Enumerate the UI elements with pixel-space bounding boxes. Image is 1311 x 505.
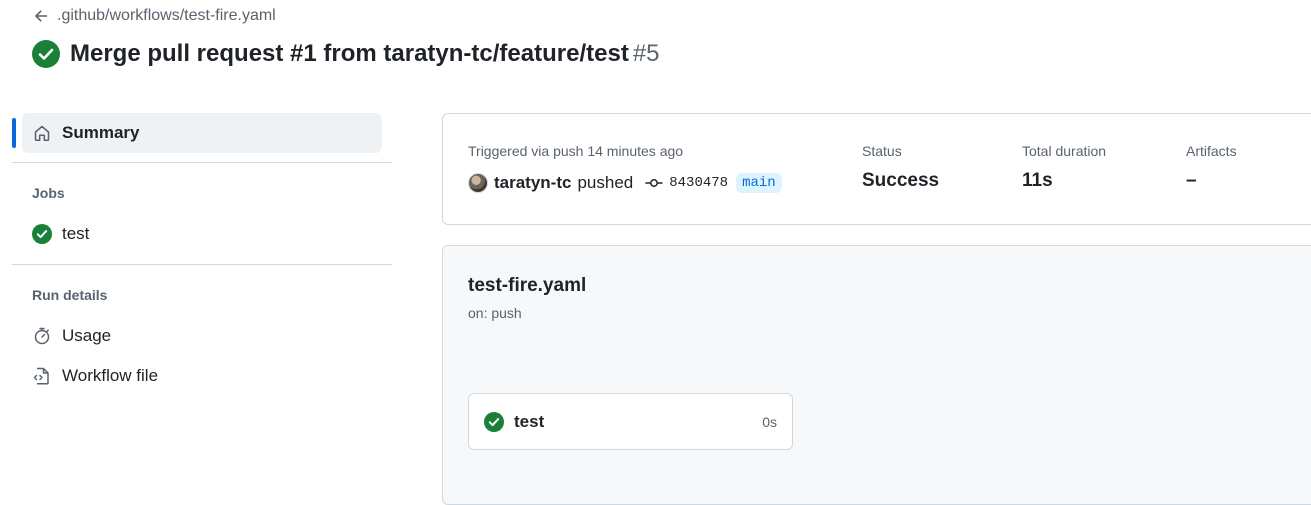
- workflow-file-name: test-fire.yaml: [468, 275, 587, 296]
- trigger-action: pushed: [577, 173, 634, 192]
- sidebar-item-workflow-file[interactable]: Workflow file: [32, 364, 158, 388]
- workflow-graph-panel: test-fire.yaml on: push test 0s: [442, 245, 1311, 505]
- run-number: #5: [632, 40, 660, 67]
- run-title: Merge pull request #1 from taratyn-tc/fe…: [70, 40, 629, 67]
- artifacts-value: –: [1186, 170, 1197, 191]
- page-title-row: Merge pull request #1 from taratyn-tc/fe…: [32, 38, 660, 70]
- sidebar-item-label: Usage: [62, 326, 112, 345]
- success-check-icon: [32, 224, 52, 244]
- job-name: test: [514, 411, 545, 431]
- artifacts-label: Artifacts: [1186, 143, 1237, 159]
- arrow-left-icon: [35, 10, 48, 22]
- file-code-icon: [33, 367, 49, 385]
- run-sidebar: Summary Jobs test Run details Usage Work…: [0, 108, 400, 476]
- run-details-heading: Run details: [32, 287, 108, 303]
- workflow-trigger: on: push: [468, 305, 522, 321]
- duration-value: 11s: [1022, 170, 1053, 191]
- page-title: Merge pull request #1 from taratyn-tc/fe…: [70, 40, 660, 68]
- success-check-icon: [32, 40, 60, 68]
- workflow-path[interactable]: .github/workflows/test-fire.yaml: [57, 7, 276, 25]
- sidebar-divider: [12, 264, 392, 265]
- actor-link[interactable]: taratyn-tc: [494, 173, 571, 193]
- back-to-workflow-link[interactable]: .github/workflows/test-fire.yaml: [33, 5, 276, 27]
- trigger-details: taratyn-tc pushed 8430478 main: [468, 171, 782, 195]
- sidebar-item-summary[interactable]: Summary: [22, 113, 382, 153]
- home-icon: [34, 125, 50, 142]
- job-duration: 0s: [762, 413, 777, 430]
- stopwatch-icon: [34, 327, 50, 345]
- avatar[interactable]: [468, 173, 488, 193]
- status-label: Status: [862, 143, 902, 159]
- sidebar-item-usage[interactable]: Usage: [32, 324, 111, 348]
- sidebar-item-label: Workflow file: [62, 366, 159, 385]
- git-commit-icon: [645, 179, 663, 187]
- sidebar-item-job-test[interactable]: test: [32, 222, 89, 246]
- job-card-test[interactable]: test 0s: [468, 393, 793, 450]
- sidebar-item-label: Summary: [62, 123, 140, 142]
- status-value: Success: [862, 170, 940, 191]
- commit-sha-link[interactable]: 8430478: [669, 175, 728, 191]
- branch-badge[interactable]: main: [736, 173, 782, 193]
- sidebar-divider: [12, 162, 392, 163]
- run-summary-card: Triggered via push 14 minutes ago taraty…: [442, 113, 1311, 225]
- sidebar-item-label: test: [62, 224, 90, 243]
- duration-label: Total duration: [1022, 143, 1107, 159]
- success-check-icon: [484, 411, 504, 432]
- jobs-heading: Jobs: [32, 185, 65, 201]
- trigger-text: Triggered via push 14 minutes ago: [468, 143, 684, 159]
